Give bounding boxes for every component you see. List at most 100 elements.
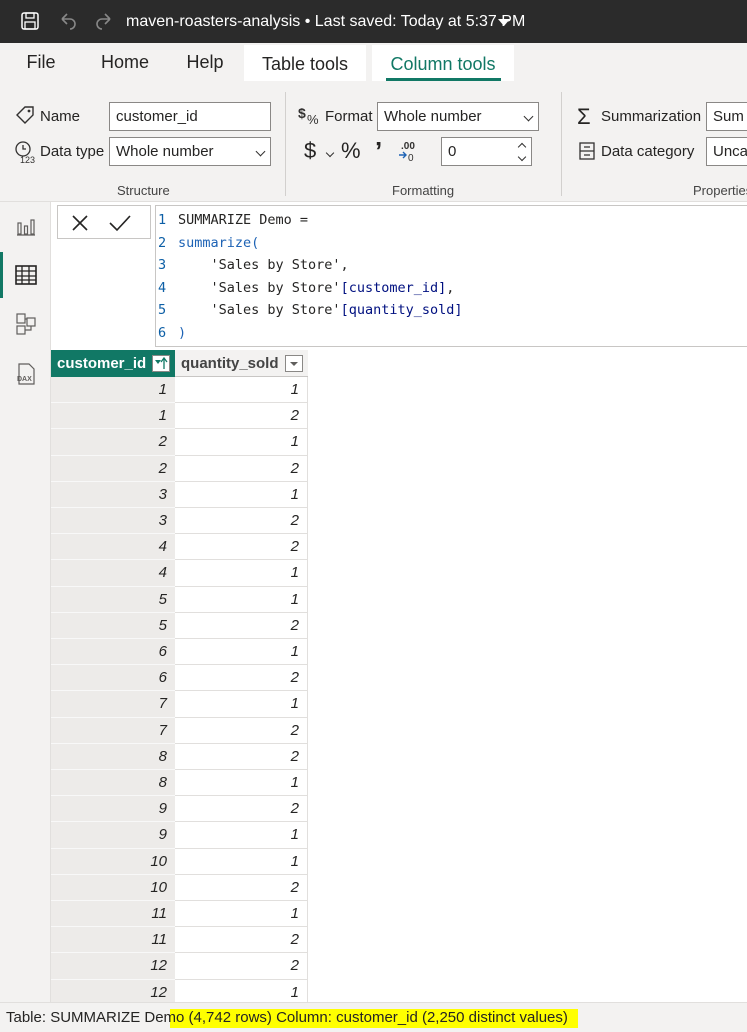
column-header-quantity-sold[interactable]: quantity_sold — [175, 350, 308, 377]
decimal-places-icon[interactable]: .00 0 — [397, 140, 421, 162]
formula-editor[interactable]: 1 SUMMARIZE Demo = 2 summarize(3 'Sales by … — [155, 205, 747, 347]
formula-token: , — [446, 279, 455, 296]
cell-customer-id[interactable]: 11 — [51, 927, 175, 954]
svg-text:0: 0 — [408, 153, 414, 162]
cell-customer-id[interactable]: 9 — [51, 796, 175, 823]
tab-table-tools[interactable]: Table tools — [244, 45, 366, 81]
data-category-icon — [579, 142, 595, 160]
cell-customer-id[interactable]: 10 — [51, 848, 175, 875]
sigma-icon: Σ — [577, 104, 591, 129]
cell-customer-id[interactable]: 2 — [51, 455, 175, 482]
currency-chevron-icon[interactable] — [325, 148, 335, 158]
cell-quantity-sold[interactable]: 1 — [175, 560, 308, 587]
cell-quantity-sold[interactable]: 1 — [175, 481, 308, 508]
filter-dropdown-icon[interactable] — [285, 355, 303, 372]
cell-quantity-sold[interactable]: 1 — [175, 822, 308, 849]
tab-help[interactable]: Help — [180, 43, 230, 81]
stepper-up-icon[interactable] — [517, 142, 527, 152]
cell-quantity-sold[interactable]: 1 — [175, 901, 308, 928]
cancel-formula-icon[interactable] — [70, 213, 90, 233]
cell-quantity-sold[interactable]: 2 — [175, 717, 308, 744]
cell-customer-id[interactable]: 1 — [51, 403, 175, 430]
cell-customer-id[interactable]: 8 — [51, 743, 175, 770]
cell-quantity-sold[interactable]: 2 — [175, 455, 308, 482]
status-text: Table: SUMMARIZE Demo (4,742 rows) Colum… — [6, 1009, 568, 1026]
line-number: 3 — [158, 257, 167, 273]
data-type-value: Whole number — [116, 143, 214, 160]
report-view-icon[interactable] — [14, 214, 38, 238]
line-number: 6 — [158, 324, 167, 341]
cell-customer-id[interactable]: 3 — [51, 481, 175, 508]
cell-quantity-sold[interactable]: 2 — [175, 403, 308, 430]
tab-file[interactable]: File — [14, 43, 68, 81]
tag-icon — [16, 106, 34, 124]
cell-customer-id[interactable]: 6 — [51, 665, 175, 692]
stepper-down-icon[interactable] — [517, 152, 527, 162]
percent-button[interactable]: % — [341, 138, 361, 164]
format-value: Whole number — [384, 108, 482, 125]
cell-customer-id[interactable]: 2 — [51, 429, 175, 456]
cell-customer-id[interactable]: 10 — [51, 874, 175, 901]
cell-quantity-sold[interactable]: 1 — [175, 770, 308, 797]
formula-line: 5 'Sales by Store'[quantity_sold] — [156, 299, 462, 321]
column-header-label: customer_id — [57, 355, 147, 372]
cell-customer-id[interactable]: 7 — [51, 691, 175, 718]
cell-quantity-sold[interactable]: 1 — [175, 377, 308, 404]
cell-customer-id[interactable]: 6 — [51, 639, 175, 666]
format-select[interactable]: Whole number — [377, 102, 539, 131]
undo-icon[interactable] — [58, 11, 78, 31]
cell-quantity-sold[interactable]: 2 — [175, 743, 308, 770]
cell-customer-id[interactable]: 9 — [51, 822, 175, 849]
cell-customer-id[interactable]: 8 — [51, 770, 175, 797]
model-view-icon[interactable] — [14, 312, 38, 336]
cell-quantity-sold[interactable]: 2 — [175, 665, 308, 692]
sort-filter-icon[interactable] — [152, 355, 170, 372]
status-bar: Table: SUMMARIZE Demo (4,742 rows) Colum… — [0, 1002, 747, 1032]
active-view-indicator — [0, 252, 3, 298]
cell-quantity-sold[interactable]: 2 — [175, 927, 308, 954]
cell-quantity-sold[interactable]: 1 — [175, 639, 308, 666]
cell-quantity-sold[interactable]: 2 — [175, 874, 308, 901]
title-dropdown-icon[interactable] — [498, 19, 510, 26]
cell-customer-id[interactable]: 4 — [51, 534, 175, 561]
data-type-select[interactable]: Whole number — [109, 137, 271, 166]
formula-token: 'Sales by Store' — [178, 302, 341, 318]
cell-customer-id[interactable]: 1 — [51, 377, 175, 404]
cell-customer-id[interactable]: 7 — [51, 717, 175, 744]
cell-quantity-sold[interactable]: 2 — [175, 796, 308, 823]
tab-column-tools[interactable]: Column tools — [372, 45, 514, 81]
tab-home[interactable]: Home — [96, 43, 154, 81]
cell-quantity-sold[interactable]: 1 — [175, 429, 308, 456]
comma-style-button[interactable]: ’ — [375, 136, 382, 167]
cell-customer-id[interactable]: 3 — [51, 508, 175, 535]
summarization-select[interactable]: Sum — [706, 102, 747, 131]
cell-quantity-sold[interactable]: 1 — [175, 691, 308, 718]
save-icon[interactable] — [20, 11, 40, 31]
dax-query-view-icon[interactable]: DAX — [14, 362, 38, 386]
cell-quantity-sold[interactable]: 1 — [175, 586, 308, 613]
name-label: Name — [40, 108, 81, 125]
data-category-select[interactable]: Uncat — [706, 137, 747, 166]
cell-quantity-sold[interactable]: 2 — [175, 508, 308, 535]
decimal-places-stepper[interactable]: 0 — [441, 137, 532, 166]
commit-formula-icon[interactable] — [108, 213, 132, 233]
cell-customer-id[interactable]: 4 — [51, 560, 175, 587]
line-number: 2 — [158, 234, 167, 251]
cell-customer-id[interactable]: 12 — [51, 953, 175, 980]
cell-customer-id[interactable]: 5 — [51, 586, 175, 613]
column-header-customer-id[interactable]: customer_id — [51, 350, 175, 377]
cell-quantity-sold[interactable]: 2 — [175, 953, 308, 980]
cell-customer-id[interactable]: 5 — [51, 612, 175, 639]
table-view-icon[interactable] — [14, 263, 38, 287]
currency-button[interactable]: $ — [304, 138, 316, 164]
formula-line: 4 'Sales by Store'[customer_id], — [156, 277, 454, 299]
cell-customer-id[interactable]: 11 — [51, 901, 175, 928]
cell-quantity-sold[interactable]: 2 — [175, 612, 308, 639]
formula-actions — [57, 205, 151, 239]
cell-quantity-sold[interactable]: 2 — [175, 534, 308, 561]
cell-quantity-sold[interactable]: 1 — [175, 848, 308, 875]
name-input[interactable]: customer_id — [109, 102, 271, 131]
redo-icon[interactable] — [94, 11, 114, 31]
formula-line: 2 summarize( — [156, 232, 259, 254]
svg-text:.00: .00 — [401, 141, 415, 152]
